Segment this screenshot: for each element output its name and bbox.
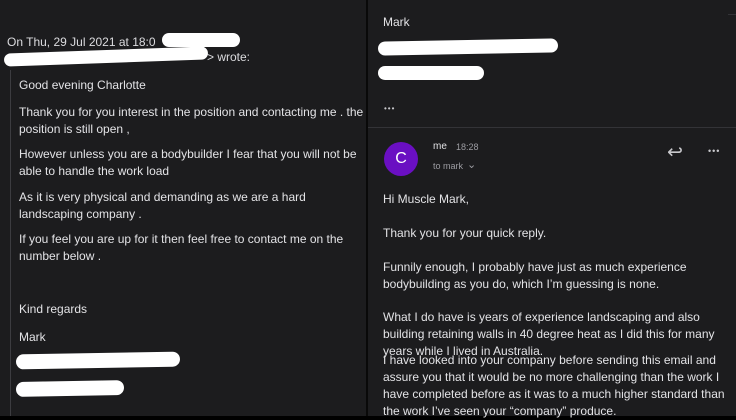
quote-signoff: Kind regards: [19, 302, 88, 316]
previous-message-sender[interactable]: Mark: [383, 14, 483, 31]
quote-paragraph-4: If you feel you are up for it then feel …: [19, 232, 344, 263]
show-trimmed-content-button[interactable]: •••: [384, 104, 395, 113]
message-separator: [368, 127, 736, 128]
redacted-signature-line-2: [15, 380, 125, 397]
quote-paragraph-1: Thank you for you interest in the positi…: [19, 105, 364, 136]
quote-header-date: On Thu, 29 Jul 2021 at 18:0: [7, 35, 156, 49]
redacted-previous-preview-line-2: [378, 66, 484, 80]
redacted-signature-line-1: [15, 351, 181, 370]
recipient-details-chevron-icon[interactable]: ⌄: [467, 158, 476, 171]
quote-paragraph-3: As it is very physical and demanding as …: [19, 190, 306, 221]
quote-signature-name: Mark: [19, 330, 46, 344]
reply-paragraph-1: Thank you for your quick reply.: [383, 226, 547, 240]
message-time: 18:28: [456, 142, 479, 152]
quote-header-wrote: > wrote:: [207, 50, 251, 64]
sender-name: me: [433, 141, 447, 152]
top-right-separator: [728, 14, 736, 15]
reply-greeting: Hi Muscle Mark,: [383, 192, 470, 206]
reply-icon[interactable]: ↩: [667, 141, 683, 164]
quote-paragraph-2: However unless you are a bodybuilder I f…: [19, 147, 357, 178]
sender-avatar: C: [384, 142, 418, 176]
more-options-icon[interactable]: •••: [708, 146, 720, 156]
reply-paragraph-2: Funnily enough, I probably have just as …: [383, 260, 687, 291]
redacted-time-email: [162, 33, 240, 47]
quote-bar: [10, 70, 11, 416]
reply-paragraph-4: I have looked into your company before s…: [383, 353, 725, 418]
recipient-label[interactable]: to mark: [433, 161, 463, 171]
quote-greeting: Good evening Charlotte: [19, 78, 146, 92]
